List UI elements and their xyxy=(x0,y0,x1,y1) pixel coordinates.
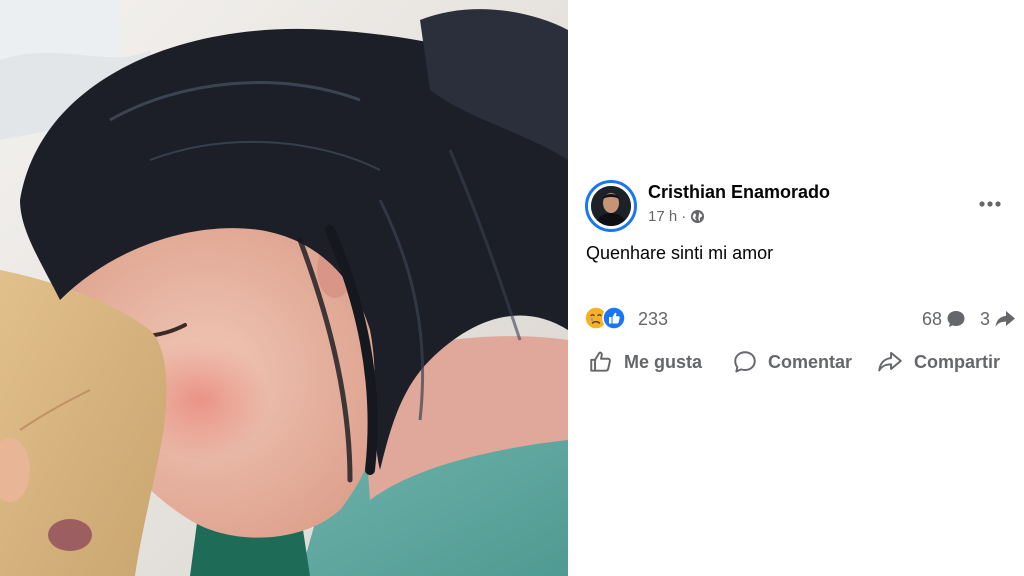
post-caption: Quenhare sinti mi amor xyxy=(586,243,774,263)
author-avatar[interactable] xyxy=(585,180,637,232)
post-meta: 17 h · xyxy=(648,208,705,225)
thumbs-up-icon xyxy=(602,306,626,330)
like-icon xyxy=(590,351,611,372)
avatar-image xyxy=(591,186,631,226)
comments-count-value: 68 xyxy=(921,308,942,329)
post-photo[interactable] xyxy=(0,0,568,576)
share-button[interactable]: Compartir xyxy=(876,349,1000,375)
share-label: Compartir xyxy=(914,351,1001,372)
author-name[interactable]: Cristhian Enamorado xyxy=(648,182,830,203)
post-panel: Cristhian Enamorado 17 h · Quenhare sint… xyxy=(568,0,1024,576)
action-bar: Me gusta Comentar Compartir xyxy=(588,344,1018,380)
share-icon xyxy=(878,351,902,372)
more-options-icon[interactable] xyxy=(974,188,1006,220)
globe-icon[interactable] xyxy=(690,209,705,224)
post-time[interactable]: 17 h xyxy=(648,208,677,225)
comment-icon xyxy=(734,351,756,373)
reaction-icons xyxy=(584,306,634,332)
like-label: Me gusta xyxy=(624,351,703,372)
comment-bubble-icon xyxy=(947,311,965,327)
comment-label: Comentar xyxy=(768,351,853,372)
comment-button[interactable]: Comentar xyxy=(732,349,876,375)
shares-count[interactable]: 3 xyxy=(980,309,1016,330)
meta-separator: · xyxy=(681,208,687,225)
like-button[interactable]: Me gusta xyxy=(588,349,732,375)
share-arrow-icon xyxy=(995,311,1015,327)
screenshot-frame: Cristhian Enamorado 17 h · Quenhare sint… xyxy=(0,0,1024,576)
reactions-summary[interactable]: 233 xyxy=(584,306,668,332)
avatar-portrait-icon xyxy=(591,186,631,226)
reaction-count[interactable]: 233 xyxy=(638,309,668,330)
shares-count-value: 3 xyxy=(979,308,990,329)
comments-count[interactable]: 68 xyxy=(922,309,966,330)
photo-illustration xyxy=(0,0,568,576)
engagement-counts: 68 3 xyxy=(908,306,1016,332)
